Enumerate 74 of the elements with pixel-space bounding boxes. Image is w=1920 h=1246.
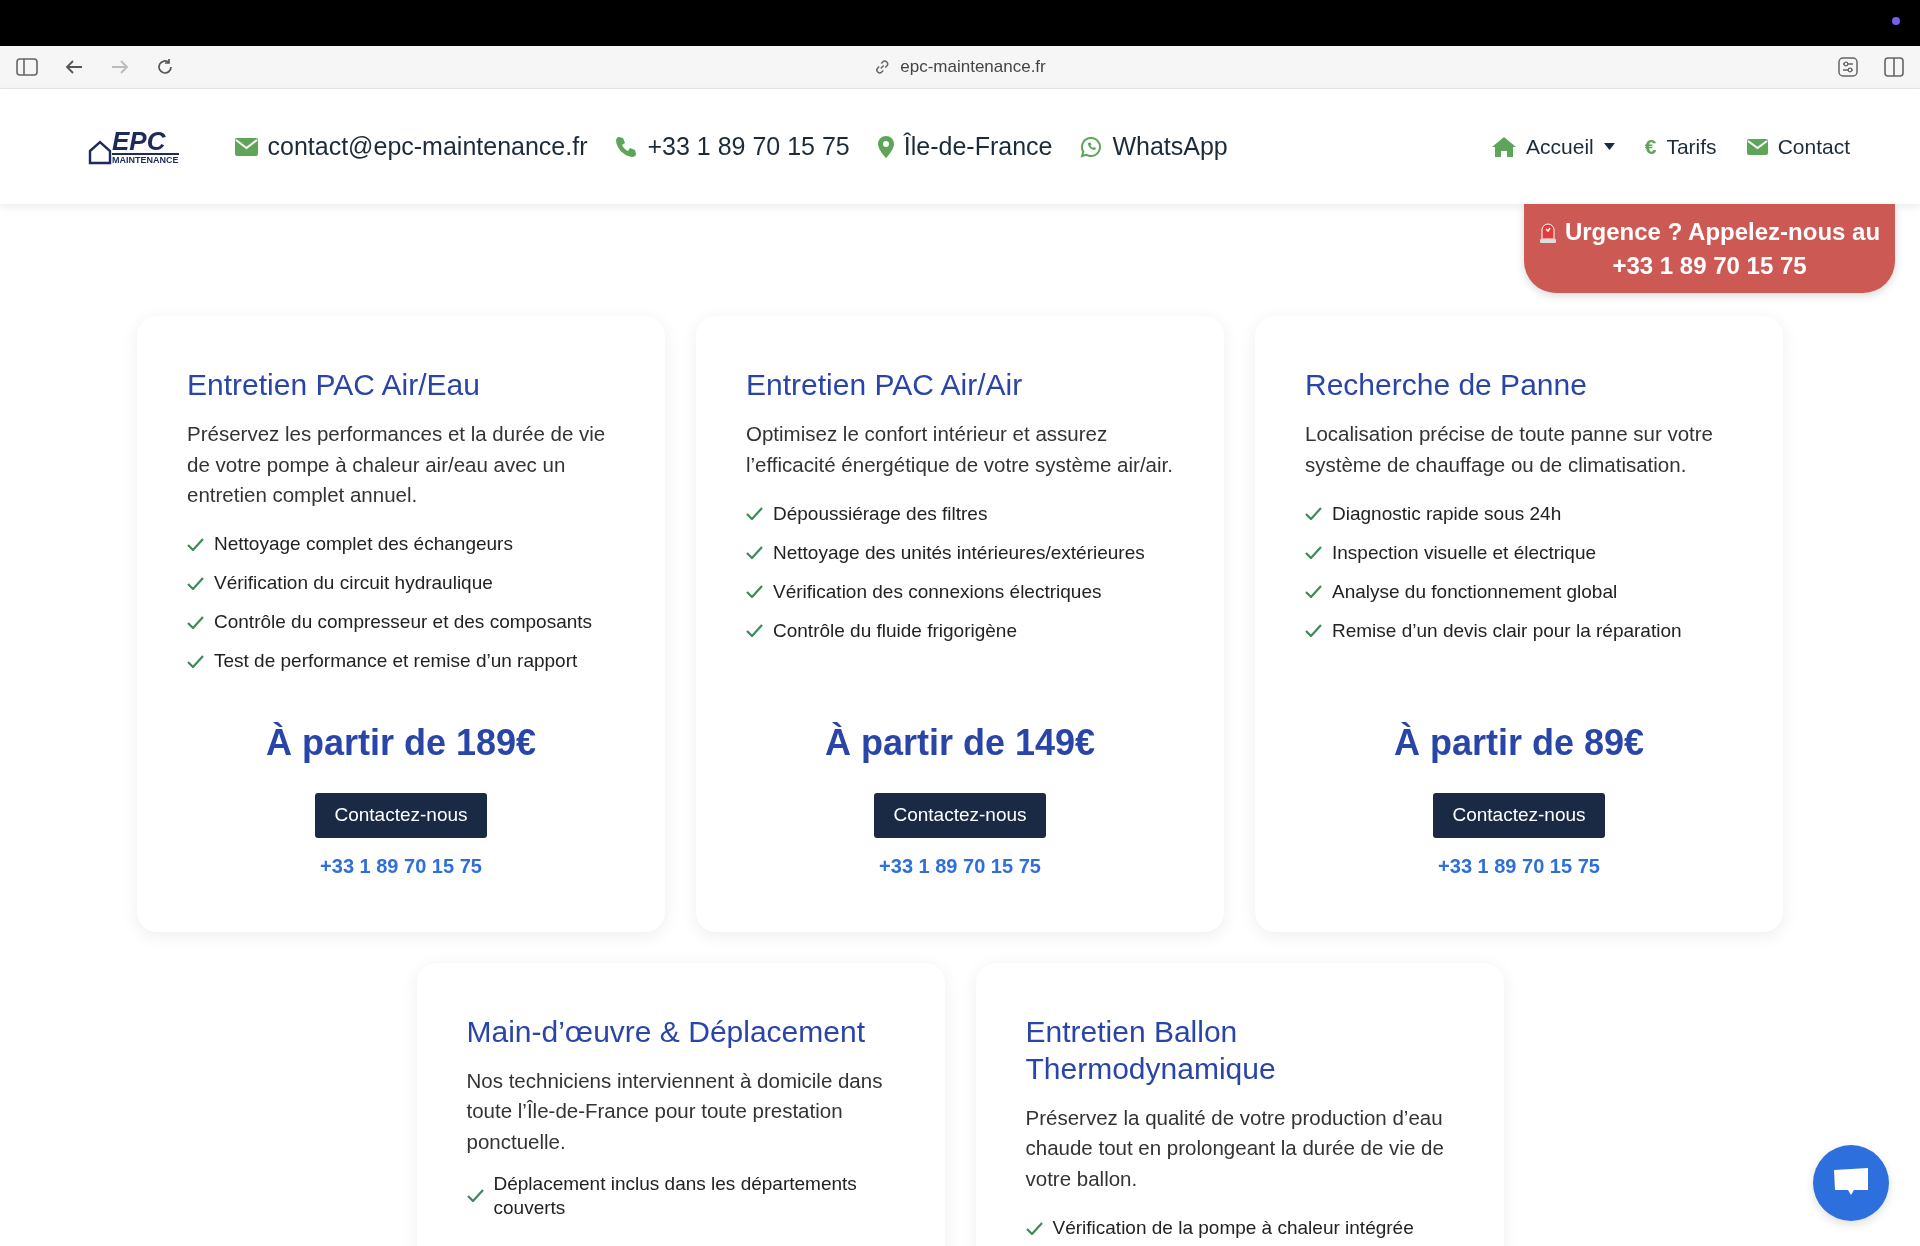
phone-icon xyxy=(615,135,638,158)
check-icon xyxy=(1025,1221,1043,1235)
check-icon xyxy=(746,585,763,599)
feature-text: Vérification de la pompe à chaleur intégrée xyxy=(1052,1216,1414,1241)
check-icon xyxy=(1305,546,1322,560)
emergency-text: Urgence ? Appelez-nous au xyxy=(1564,217,1881,246)
card-title: Entretien PAC Air/Eau xyxy=(187,367,481,403)
check-icon xyxy=(746,624,763,638)
feature-text: Déplacement inclus dans les départements couverts xyxy=(493,1171,858,1220)
check-icon xyxy=(187,537,204,551)
feature-text: Vérification du circuit hydraulique xyxy=(214,571,493,596)
check-icon xyxy=(1305,624,1322,638)
card-description: Préservez la qualité de votre production d’eau chaude tout en prolongeant la durée de vie de votre ballon. xyxy=(1025,1104,1445,1192)
back-icon[interactable] xyxy=(64,59,84,75)
card-description: Localisation précise de toute panne sur votre système de chauffage ou de climatisation. xyxy=(1305,421,1714,478)
check-icon xyxy=(187,576,204,590)
feature-text: Test de performance et remise d’un rapport xyxy=(214,649,578,674)
phone-link[interactable]: +33 1 89 70 15 75 xyxy=(1438,853,1600,878)
nav-link[interactable]: Contact xyxy=(1746,134,1850,159)
settings-icon[interactable] xyxy=(1838,57,1858,77)
envelope-icon xyxy=(234,137,258,156)
feature-text: Contrôle du fluide frigorigène xyxy=(773,618,1017,643)
feature-text: Analyse du fonctionnement global xyxy=(1332,579,1618,604)
check-icon xyxy=(746,546,763,560)
check-icon xyxy=(187,654,204,668)
card-title: Main-d’œuvre & Déplacement xyxy=(466,1013,866,1050)
check-icon xyxy=(746,507,763,521)
sidebar-icon[interactable] xyxy=(16,58,38,76)
card-title: Entretien PAC Air/Air xyxy=(746,367,1024,403)
phone-number-link[interactable]: +33 1 89 70 15 75 xyxy=(615,132,850,161)
card-description: Optimisez le confort intérieur et assurez l’efficacité énergétique de votre système air/air. xyxy=(746,421,1174,478)
check-icon xyxy=(1305,585,1322,599)
feature-text: Inspection visuelle et électrique xyxy=(1332,540,1597,565)
feature-text: Nettoyage complet des échangeurs xyxy=(214,532,513,557)
feature-text: Remise d’un devis clair pour la réparation xyxy=(1332,618,1682,643)
feature-text: Dépoussiérage des filtres xyxy=(773,501,988,526)
contact-button[interactable]: Contactez-nous xyxy=(315,792,487,838)
logo[interactable]: EPC MAINTENANCE xyxy=(88,128,179,165)
split-view-icon[interactable] xyxy=(1884,57,1904,77)
check-icon xyxy=(1305,507,1322,521)
emergency-banner[interactable]: Urgence ? Appelez-nous au +33 1 89 70 15 75 xyxy=(1524,204,1895,293)
contact-button[interactable]: Contactez-nous xyxy=(1433,792,1605,838)
price-text: À partir de 189€ xyxy=(265,720,537,765)
link-icon xyxy=(874,59,891,75)
feature-text: Diagnostic rapide sous 24h xyxy=(1332,501,1562,526)
whatsapp-link[interactable]: WhatsApp xyxy=(1080,132,1228,161)
card-description: Préservez les performances et la durée de vie de votre pompe à chaleur air/eau avec un entretien complet annuel. xyxy=(187,421,607,509)
feature-text: Contrôle du compresseur et des composants xyxy=(214,610,593,635)
map-pin-icon xyxy=(877,135,894,158)
reload-icon[interactable] xyxy=(156,58,174,76)
feature-text: Nettoyage des unités intérieures/extérieures xyxy=(773,540,1145,565)
chat-bubble-icon xyxy=(1080,135,1103,158)
nav-link[interactable]: Accueil xyxy=(1492,134,1615,159)
price-text: À partir de 149€ xyxy=(824,720,1096,765)
phone-link[interactable]: +33 1 89 70 15 75 xyxy=(879,853,1041,878)
price-text: À partir de 89€ xyxy=(1393,720,1645,765)
nav-link[interactable]: € Tarifs xyxy=(1644,134,1717,159)
url-text[interactable]: epc-maintenance.fr xyxy=(900,57,1046,77)
check-icon xyxy=(187,615,204,629)
status-dot-icon xyxy=(1892,17,1900,25)
siren-icon xyxy=(1538,220,1557,243)
phone-link[interactable]: +33 1 89 70 15 75 xyxy=(320,853,482,878)
contact-button[interactable]: Contactez-nous xyxy=(874,792,1046,838)
home-icon xyxy=(1492,136,1517,157)
check-icon xyxy=(466,1189,484,1203)
email-link[interactable]: contact@epc-maintenance.fr xyxy=(234,132,588,161)
card-description: Nos techniciens interviennent à domicile dans toute l’Île-de-France pour toute prestation ponctuelle. xyxy=(466,1067,884,1155)
feature-text: Vérification des connexions électriques xyxy=(773,579,1102,604)
envelope-icon xyxy=(1746,138,1768,155)
card-title: Entretien Ballon Thermodynamique xyxy=(1025,1013,1277,1087)
location-text[interactable]: Île-de-France xyxy=(877,132,1053,161)
emergency-phone: +33 1 89 70 15 75 xyxy=(1612,251,1807,280)
card-title: Recherche de Panne xyxy=(1305,367,1588,403)
chat-button[interactable] xyxy=(1813,1145,1889,1221)
